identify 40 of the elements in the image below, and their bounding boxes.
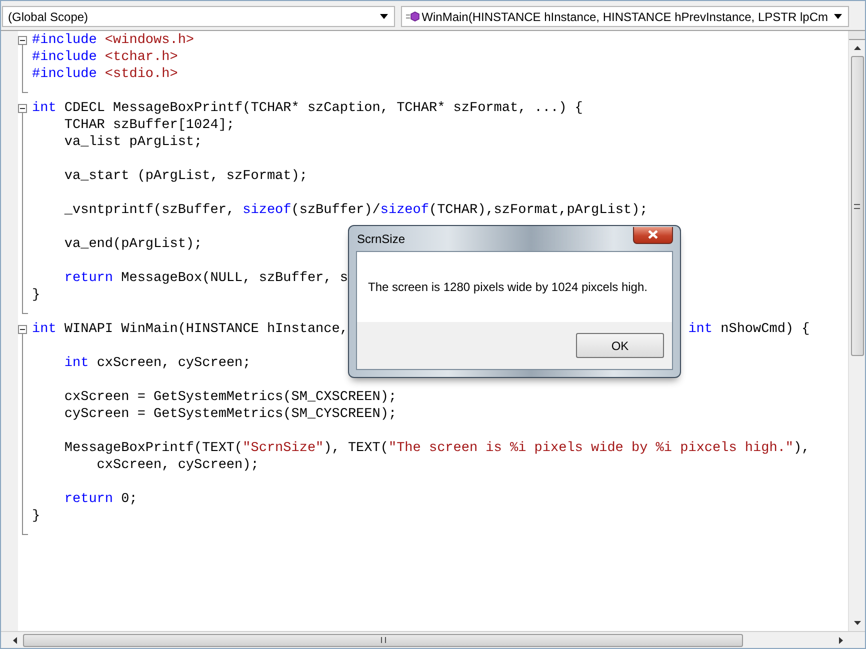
code-text: #include <stdio.h> [32, 67, 178, 82]
ok-button[interactable]: OK [576, 333, 664, 358]
close-button[interactable] [633, 226, 673, 244]
scroll-left-icon[interactable] [13, 636, 17, 644]
code-text: int WINAPI WinMain(HINSTANCE hInstance, [32, 322, 348, 337]
close-icon [648, 230, 658, 239]
member-dropdown[interactable]: WinMain(HINSTANCE hInstance, HINSTANCE hPrevInstance, LPSTR lpCm [400, 6, 849, 27]
code-text: TCHAR szBuffer[1024]; [63, 118, 235, 133]
caret-icon [834, 14, 842, 19]
scroll-down-icon[interactable] [854, 621, 860, 625]
code-text: int cxScreen, cyScreen; [63, 356, 251, 371]
code-text: #include <windows.h> [32, 33, 194, 48]
method-icon [406, 10, 420, 22]
collapse-icon[interactable] [18, 104, 27, 113]
dialog-message: The screen is 1280 pixels wide by 1024 pixcels high. [368, 280, 648, 294]
code-text: int nShowCmd) { [688, 321, 810, 338]
scope-dropdown[interactable]: (Global Scope) [2, 6, 395, 27]
code-text: va_start (pArgList, szFormat); [63, 169, 308, 184]
code-text: return MessageBox(NULL, szBuffer, s [63, 271, 348, 286]
code-text: cxScreen = GetSystemMetrics(SM_CXSCREEN); [63, 390, 397, 405]
caret-icon [380, 14, 388, 19]
vertical-scrollbar[interactable] [848, 31, 865, 631]
dialog-title: ScrnSize [356, 232, 406, 246]
scroll-right-icon[interactable] [839, 636, 843, 644]
code-text: int CDECL MessageBoxPrintf(TCHAR* szCaption, TCHAR* szFormat, ...) { [32, 101, 583, 116]
code-text: cyScreen = GetSystemMetrics(SM_CYSCREEN); [63, 407, 397, 422]
collapse-icon[interactable] [18, 36, 27, 45]
code-text: va_end(pArgList); [63, 237, 202, 252]
code-text: } [32, 288, 40, 303]
scroll-up-icon[interactable] [854, 46, 860, 50]
code-text: } [32, 509, 40, 524]
code-text: MessageBoxPrintf(TEXT("ScrnSize"), TEXT("The screen is %i pixels wide by %i pixcels high."), [63, 441, 810, 456]
collapse-icon[interactable] [18, 325, 27, 334]
code-text: _vsntprintf(szBuffer, sizeof(szBuffer)/sizeof(TCHAR),szFormat,pArgList); [63, 203, 648, 218]
horizontal-scrollbar[interactable] [1, 631, 865, 648]
code-text: return 0; [63, 492, 138, 507]
code-text: va_list pArgList; [63, 135, 202, 150]
code-text: #include <tchar.h> [32, 50, 178, 65]
splitter-handle[interactable] [849, 31, 865, 40]
code-text: cxScreen, cyScreen); [96, 458, 259, 473]
